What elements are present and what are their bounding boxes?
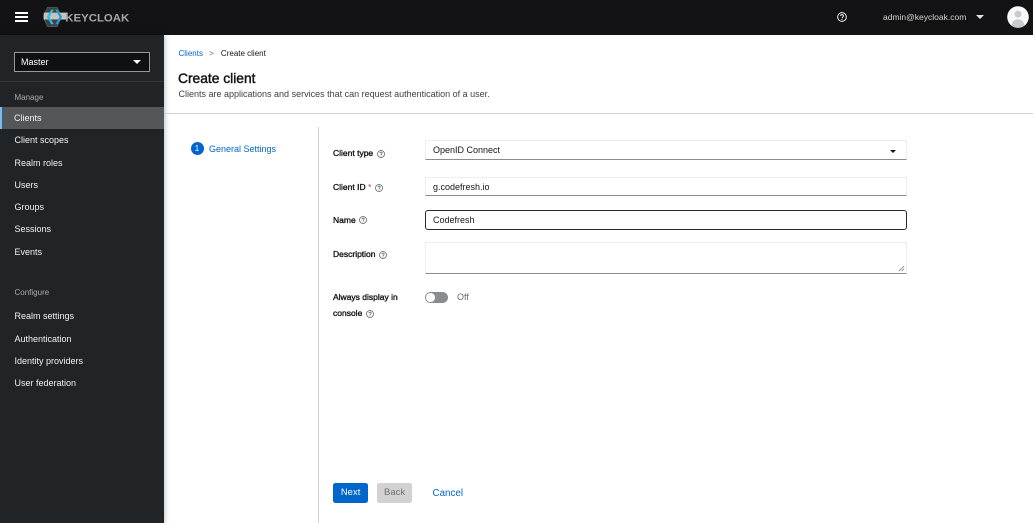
svg-text:KEYCLOAK: KEYCLOAK bbox=[65, 12, 130, 24]
